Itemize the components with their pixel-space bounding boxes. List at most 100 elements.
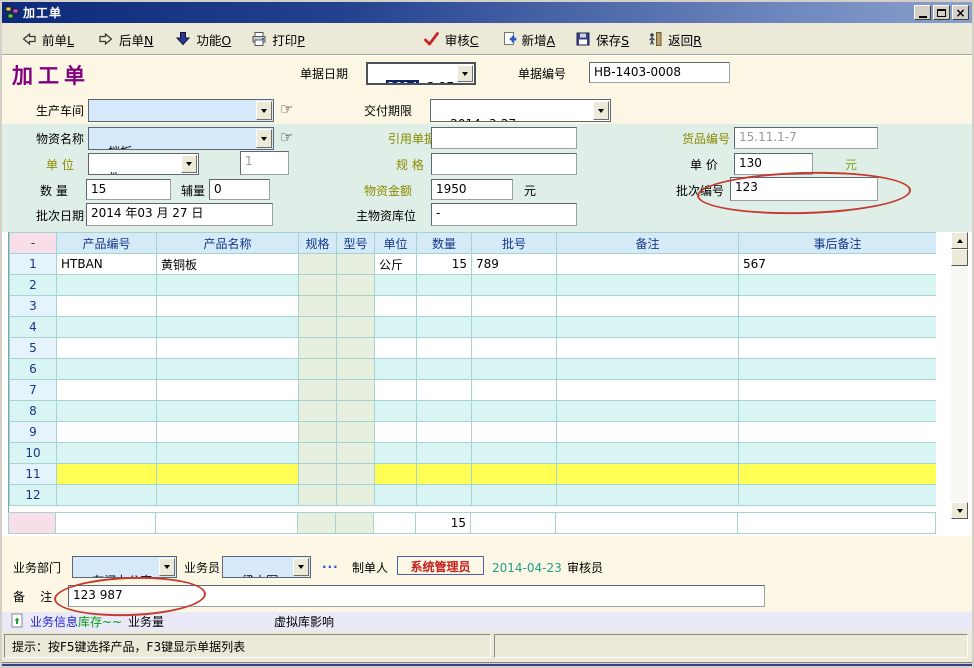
batch-no-field[interactable]: 123 xyxy=(730,177,878,201)
row-number-cell[interactable]: 1 xyxy=(10,254,57,275)
row-number-cell[interactable]: 9 xyxy=(10,422,57,443)
business-info-label[interactable]: 业务信息 xyxy=(30,615,78,629)
table-cell[interactable] xyxy=(472,338,557,359)
table-cell[interactable] xyxy=(557,443,739,464)
row-number-cell[interactable]: 11 xyxy=(10,464,57,485)
table-cell[interactable] xyxy=(337,275,375,296)
toolbar-button-add-doc[interactable]: 新增A xyxy=(498,28,559,51)
grid-vertical-scrollbar[interactable] xyxy=(951,232,968,519)
spec-field[interactable] xyxy=(431,153,577,175)
row-number-cell[interactable]: 6 xyxy=(10,359,57,380)
table-cell[interactable] xyxy=(157,401,299,422)
row-number-cell[interactable]: 12 xyxy=(10,485,57,506)
note-field[interactable]: 123 987 xyxy=(68,585,765,607)
table-cell[interactable] xyxy=(557,401,739,422)
material-dropdown-button[interactable] xyxy=(256,129,272,148)
doc-date-dropdown-button[interactable] xyxy=(457,65,473,82)
maximize-button[interactable] xyxy=(933,5,950,20)
table-cell[interactable] xyxy=(157,422,299,443)
table-cell[interactable] xyxy=(157,443,299,464)
clerk-dropdown-button[interactable] xyxy=(293,558,309,576)
table-cell[interactable] xyxy=(337,422,375,443)
table-cell[interactable] xyxy=(557,275,739,296)
material-picker-hand-icon[interactable]: ☞ xyxy=(280,129,293,145)
table-cell[interactable] xyxy=(472,422,557,443)
table-cell[interactable] xyxy=(739,296,937,317)
table-cell[interactable] xyxy=(417,464,472,485)
table-cell[interactable] xyxy=(299,275,337,296)
workshop-picker-hand-icon[interactable]: ☞ xyxy=(280,101,293,117)
table-cell[interactable] xyxy=(417,443,472,464)
table-cell[interactable] xyxy=(337,401,375,422)
table-cell[interactable] xyxy=(57,443,157,464)
scrollbar-thumb[interactable] xyxy=(951,249,968,266)
table-cell[interactable] xyxy=(299,422,337,443)
table-cell[interactable] xyxy=(739,443,937,464)
row-number-cell[interactable]: 4 xyxy=(10,317,57,338)
workshop-combo[interactable] xyxy=(88,99,274,122)
table-cell[interactable] xyxy=(472,317,557,338)
table-cell[interactable] xyxy=(417,485,472,506)
table-cell[interactable] xyxy=(557,317,739,338)
table-cell[interactable] xyxy=(739,485,937,506)
table-cell[interactable] xyxy=(157,464,299,485)
table-cell[interactable]: 567 xyxy=(739,254,937,275)
table-cell[interactable] xyxy=(375,485,417,506)
table-cell[interactable] xyxy=(557,464,739,485)
table-cell[interactable] xyxy=(557,254,739,275)
table-cell[interactable] xyxy=(299,485,337,506)
dept-combo[interactable]: 车间办公室 xyxy=(72,556,177,578)
table-cell[interactable] xyxy=(337,254,375,275)
table-cell[interactable] xyxy=(557,380,739,401)
minimize-button[interactable] xyxy=(914,5,931,20)
row-number-cell[interactable]: 8 xyxy=(10,401,57,422)
table-cell[interactable] xyxy=(472,443,557,464)
table-cell[interactable] xyxy=(299,254,337,275)
table-cell[interactable] xyxy=(299,380,337,401)
table-cell[interactable] xyxy=(417,401,472,422)
table-cell[interactable] xyxy=(57,485,157,506)
table-cell[interactable] xyxy=(557,422,739,443)
toolbar-button-print[interactable]: 打印P xyxy=(248,28,308,51)
table-cell[interactable] xyxy=(337,296,375,317)
table-cell[interactable] xyxy=(557,296,739,317)
toolbar-button-audit-check[interactable]: 审核C xyxy=(420,28,482,51)
table-cell[interactable] xyxy=(375,296,417,317)
scroll-up-button[interactable] xyxy=(951,232,968,249)
table-cell[interactable] xyxy=(337,338,375,359)
more-button[interactable]: ... xyxy=(322,557,339,571)
table-cell[interactable] xyxy=(417,296,472,317)
table-cell[interactable] xyxy=(157,275,299,296)
batch-date-field[interactable]: 2014 年03 月 27 日 xyxy=(86,203,273,226)
material-combo[interactable]: 挡板 xyxy=(88,127,274,150)
unit-factor-field[interactable]: 1 xyxy=(240,151,289,175)
aux-qty-field[interactable]: 0 xyxy=(209,179,270,200)
row-number-cell[interactable]: 7 xyxy=(10,380,57,401)
table-cell[interactable] xyxy=(557,338,739,359)
table-cell[interactable] xyxy=(337,317,375,338)
table-cell[interactable] xyxy=(472,275,557,296)
table-cell[interactable] xyxy=(57,317,157,338)
close-button[interactable]: × xyxy=(952,5,969,20)
table-cell[interactable] xyxy=(299,443,337,464)
scroll-down-button[interactable] xyxy=(951,502,968,519)
clerk-combo[interactable]: 梁占军 xyxy=(222,556,311,578)
table-cell[interactable] xyxy=(417,338,472,359)
table-cell[interactable] xyxy=(375,422,417,443)
table-cell[interactable] xyxy=(739,317,937,338)
table-cell[interactable] xyxy=(337,443,375,464)
toolbar-button-prev-doc[interactable]: 前单L xyxy=(18,28,77,51)
table-cell[interactable] xyxy=(299,338,337,359)
unit-combo[interactable]: 件 xyxy=(88,153,199,175)
table-cell[interactable] xyxy=(57,359,157,380)
goods-no-field[interactable]: 15.11.1-7 xyxy=(734,127,878,149)
row-number-cell[interactable]: 5 xyxy=(10,338,57,359)
table-cell[interactable] xyxy=(417,317,472,338)
table-cell[interactable] xyxy=(739,380,937,401)
table-cell[interactable] xyxy=(472,296,557,317)
table-cell[interactable] xyxy=(417,380,472,401)
table-cell[interactable] xyxy=(337,359,375,380)
table-cell[interactable] xyxy=(57,380,157,401)
table-cell[interactable] xyxy=(375,338,417,359)
table-cell[interactable] xyxy=(157,296,299,317)
